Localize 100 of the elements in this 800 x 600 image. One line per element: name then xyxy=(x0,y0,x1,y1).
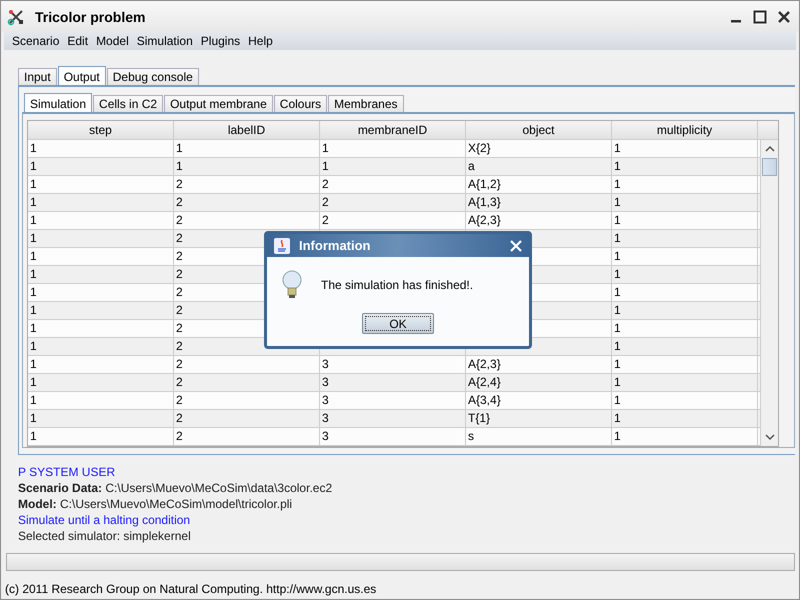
table-cell: X{2} xyxy=(468,141,491,155)
table-cell: 1 xyxy=(30,375,37,389)
table-cell: s xyxy=(468,429,474,443)
scrollbar[interactable] xyxy=(760,140,778,446)
tab[interactable]: Colours xyxy=(274,95,328,112)
table-cell: 1 xyxy=(30,285,37,299)
window-title: Tricolor problem xyxy=(35,8,146,24)
tab[interactable]: Membranes xyxy=(328,95,404,112)
table-cell: 1 xyxy=(614,195,621,209)
table-cell: 2 xyxy=(176,213,183,227)
app-icon xyxy=(7,8,25,26)
table-cell: 1 xyxy=(30,393,37,407)
table-cell: 1 xyxy=(614,267,621,281)
tab[interactable]: Debug console xyxy=(106,68,199,85)
info-line: Selected simulator: simplekernel xyxy=(18,528,192,544)
table-cell: a xyxy=(468,159,475,173)
tab[interactable]: Cells in C2 xyxy=(93,95,164,112)
table-cell: 2 xyxy=(176,429,183,443)
table-cell: 3 xyxy=(322,375,329,389)
dialog-message: The simulation has finished!. xyxy=(321,278,474,292)
table-cell: 1 xyxy=(614,141,621,155)
table-cell: A{2,3} xyxy=(468,357,501,371)
table-cell: 1 xyxy=(176,159,183,173)
cup-icon xyxy=(273,236,291,254)
table-cell: 1 xyxy=(30,213,37,227)
column-header[interactable]: step xyxy=(28,121,174,139)
table-cell: 1 xyxy=(30,159,37,173)
lightbulb-icon xyxy=(281,269,303,301)
table-cell: 1 xyxy=(30,267,37,281)
info-line: Model: C:\Users\Muevo\MeCoSim\model\tricolor.pli xyxy=(18,496,294,512)
table-cell: 2 xyxy=(176,339,183,353)
tab[interactable]: Output xyxy=(58,66,106,85)
table-cell: 1 xyxy=(614,285,621,299)
table-cell: 1 xyxy=(614,249,621,263)
column-header[interactable]: object xyxy=(466,121,612,139)
table-cell: 2 xyxy=(176,411,183,425)
column-header[interactable]: membraneID xyxy=(320,121,466,139)
table-cell: 1 xyxy=(322,141,329,155)
menu-item[interactable]: Edit xyxy=(63,34,92,48)
table-cell: 1 xyxy=(30,303,37,317)
table-cell: 2 xyxy=(322,213,329,227)
dialog-title: Information xyxy=(299,238,372,253)
tab[interactable]: Input xyxy=(18,68,57,85)
table-cell: 1 xyxy=(30,357,37,371)
table-cell: 1 xyxy=(614,213,621,227)
table-cell: 2 xyxy=(176,303,183,317)
table-cell: 2 xyxy=(176,195,183,209)
table-cell: 1 xyxy=(30,231,37,245)
info-line: P SYSTEM USER xyxy=(18,464,116,480)
menu-item[interactable]: Help xyxy=(244,34,277,48)
table-cell: 2 xyxy=(322,195,329,209)
table-cell: 1 xyxy=(30,195,37,209)
table-cell: A{3,4} xyxy=(468,393,501,407)
table-cell: 2 xyxy=(176,357,183,371)
table-cell: 2 xyxy=(176,177,183,191)
menu-item[interactable]: Plugins xyxy=(196,34,244,48)
column-header[interactable]: multiplicity xyxy=(612,121,758,139)
maximize-icon[interactable] xyxy=(751,8,769,26)
table-cell: 1 xyxy=(322,159,329,173)
table-cell: 1 xyxy=(30,411,37,425)
status-text: (c) 2011 Research Group on Natural Computing. http://www.gcn.us.es xyxy=(4,581,378,598)
menu-item[interactable]: Model xyxy=(92,34,133,48)
table-cell: 1 xyxy=(614,393,621,407)
table-cell: 3 xyxy=(322,357,329,371)
table-cell: 2 xyxy=(322,177,329,191)
column-header[interactable]: labelID xyxy=(174,121,320,139)
table-cell: 1 xyxy=(614,339,621,353)
scroll-thumb[interactable] xyxy=(762,158,777,176)
tab[interactable]: Output membrane xyxy=(164,95,273,112)
ok-button[interactable]: OK xyxy=(362,313,434,334)
table-cell: 2 xyxy=(176,393,183,407)
table-cell: 1 xyxy=(30,141,37,155)
table-cell: 2 xyxy=(176,267,183,281)
table-cell: 2 xyxy=(176,285,183,299)
table-cell: T{1} xyxy=(468,411,490,425)
tab[interactable]: Simulation xyxy=(24,93,92,112)
table-cell: 2 xyxy=(176,231,183,245)
table-cell: 2 xyxy=(176,249,183,263)
table-cell: 1 xyxy=(30,429,37,443)
table-cell: 3 xyxy=(322,393,329,407)
table-cell: 3 xyxy=(322,429,329,443)
table-cell: 1 xyxy=(176,141,183,155)
close-icon[interactable] xyxy=(509,238,523,252)
table-cell: 2 xyxy=(176,321,183,335)
table-cell: 1 xyxy=(30,339,37,353)
table-cell: 1 xyxy=(614,303,621,317)
table-cell: 2 xyxy=(176,375,183,389)
menu-item[interactable]: Scenario xyxy=(8,34,64,48)
table-cell: A{2,4} xyxy=(468,375,501,389)
table-cell: 1 xyxy=(30,249,37,263)
table-cell: 3 xyxy=(322,411,329,425)
menu-item[interactable]: Simulation xyxy=(132,34,197,48)
table-cell: 1 xyxy=(614,375,621,389)
info-line: Scenario Data: C:\Users\Muevo\MeCoSim\data\3color.ec2 xyxy=(18,480,334,496)
table-cell: 1 xyxy=(614,411,621,425)
table-cell: 1 xyxy=(614,429,621,443)
table-cell: A{1,2} xyxy=(468,177,501,191)
table-cell: 1 xyxy=(614,357,621,371)
table-cell: A{2,3} xyxy=(468,213,501,227)
info-line: Simulate until a halting condition xyxy=(18,512,192,528)
